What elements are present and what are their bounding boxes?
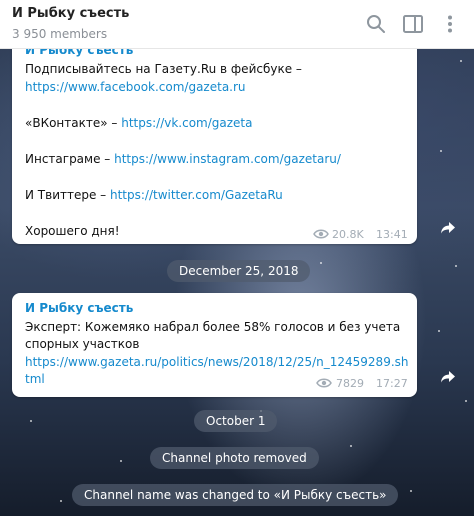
date-separator: October 1 bbox=[194, 410, 278, 432]
members-count: 3 950 members bbox=[12, 27, 108, 41]
date-separator: December 25, 2018 bbox=[167, 260, 311, 282]
channel-message[interactable]: И Рыбку съесть Подписывайтесь на Газету.… bbox=[12, 28, 417, 244]
instagram-link[interactable]: https://www.instagram.com/gazetaru/ bbox=[114, 152, 341, 166]
article-link[interactable]: https://www.gazeta.ru/politics/news/2018… bbox=[25, 355, 409, 369]
message-author[interactable]: И Рыбку съесть bbox=[25, 301, 133, 315]
forward-icon bbox=[441, 222, 455, 234]
views-icon bbox=[313, 229, 329, 239]
service-message: Channel name was changed to «И Рыбку съе… bbox=[72, 484, 399, 506]
message-text-prefix: Инстаграме – bbox=[25, 152, 115, 166]
views-count: 20.8K bbox=[332, 228, 364, 241]
message-text: Подписывайтесь на Газету.Ru в фейсбуке – bbox=[25, 62, 302, 76]
message-text: «ВКонтакте» – https://vk.com/gazeta bbox=[25, 116, 252, 130]
message-time: 17:27 bbox=[376, 377, 408, 390]
message-text: И Твиттере – https://twitter.com/GazetaR… bbox=[25, 188, 283, 202]
message-text: Эксперт: Кожемяко набрал более 58% голос… bbox=[25, 320, 401, 334]
article-link-continued[interactable]: tml bbox=[25, 372, 45, 386]
service-message: Channel photo removed bbox=[150, 447, 319, 469]
facebook-link[interactable]: https://www.facebook.com/gazeta.ru bbox=[25, 80, 246, 94]
message-text-prefix: И Твиттере – bbox=[25, 188, 110, 202]
forward-icon bbox=[441, 371, 455, 383]
message-time: 13:41 bbox=[376, 228, 408, 241]
sidebar-toggle-icon[interactable] bbox=[401, 12, 425, 36]
chat-title[interactable]: И Рыбку съесть bbox=[12, 6, 129, 21]
chat-header: И Рыбку съесть 3 950 members bbox=[0, 0, 474, 49]
twitter-link[interactable]: https://twitter.com/GazetaRu bbox=[110, 188, 283, 202]
message-text: Хорошего дня! bbox=[25, 224, 120, 238]
search-icon[interactable] bbox=[364, 12, 388, 36]
message-text: Инстаграме – https://www.instagram.com/g… bbox=[25, 152, 341, 166]
channel-message[interactable]: И Рыбку съесть Эксперт: Кожемяко набрал … bbox=[12, 293, 417, 397]
forward-button[interactable] bbox=[434, 363, 462, 391]
views-icon bbox=[316, 378, 332, 388]
views-count: 7829 bbox=[336, 377, 364, 390]
message-text: спорных участков bbox=[25, 337, 140, 351]
more-icon[interactable] bbox=[438, 12, 462, 36]
message-text-prefix: «ВКонтакте» – bbox=[25, 116, 122, 130]
vk-link[interactable]: https://vk.com/gazeta bbox=[121, 116, 252, 130]
forward-button[interactable] bbox=[434, 214, 462, 242]
